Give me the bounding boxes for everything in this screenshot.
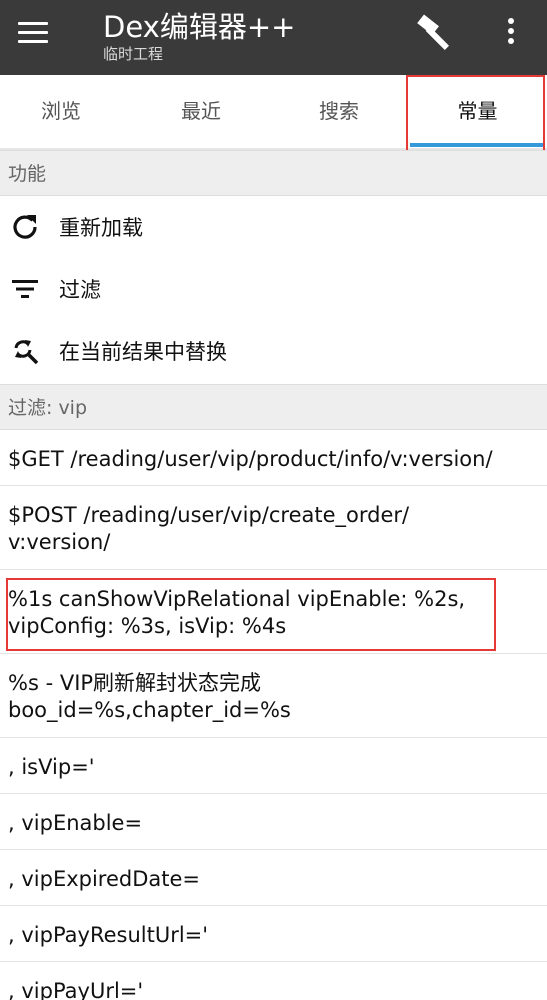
reload-button[interactable]: 重新加载 (0, 197, 547, 259)
more-vert-icon[interactable] (494, 12, 528, 58)
section-header-filter: 过滤: vip (0, 384, 547, 430)
constant-item[interactable]: , vipPayResultUrl=' (0, 907, 547, 962)
filter-label: 过滤 (59, 278, 101, 302)
filter-icon (9, 273, 41, 305)
tab-bar: 浏览 最近 搜索 常量 (0, 75, 547, 148)
refresh-icon (9, 211, 41, 243)
replace-in-results-button[interactable]: 在当前结果中替换 (0, 321, 547, 383)
tab-browse[interactable]: 浏览 (0, 75, 122, 148)
find-replace-icon (9, 335, 41, 367)
app-title: Dex编辑器++ (103, 10, 296, 44)
constant-item[interactable]: $GET /reading/user/vip/product/info/v:ve… (0, 431, 547, 486)
hamburger-menu-icon[interactable] (18, 20, 52, 48)
constant-item[interactable]: %s - VIP刷新解封状态完成 boo_id=%s,chapter_id=%s (0, 655, 547, 738)
tab-constants[interactable]: 常量 (410, 75, 545, 148)
replace-in-results-label: 在当前结果中替换 (59, 340, 227, 364)
constant-item[interactable]: $POST /reading/user/vip/create_order/ v:… (0, 487, 547, 570)
hammer-icon[interactable] (414, 10, 460, 56)
active-tab-indicator (410, 143, 545, 147)
section-header-functions: 功能 (0, 150, 547, 196)
filter-button[interactable]: 过滤 (0, 259, 547, 321)
constant-item[interactable]: %1s canShowVipRelational vipEnable: %2s,… (0, 571, 547, 654)
constant-item[interactable]: , vipExpiredDate= (0, 851, 547, 906)
constant-item[interactable]: , vipEnable= (0, 795, 547, 850)
app-bar: Dex编辑器++ 临时工程 (0, 0, 547, 75)
tab-search[interactable]: 搜索 (278, 75, 400, 148)
project-subtitle: 临时工程 (103, 45, 164, 63)
constant-item[interactable]: , vipPayUrl=' (0, 963, 547, 1000)
tab-recent[interactable]: 最近 (140, 75, 262, 148)
reload-label: 重新加载 (59, 216, 143, 240)
constant-item[interactable]: , isVip=' (0, 739, 547, 794)
